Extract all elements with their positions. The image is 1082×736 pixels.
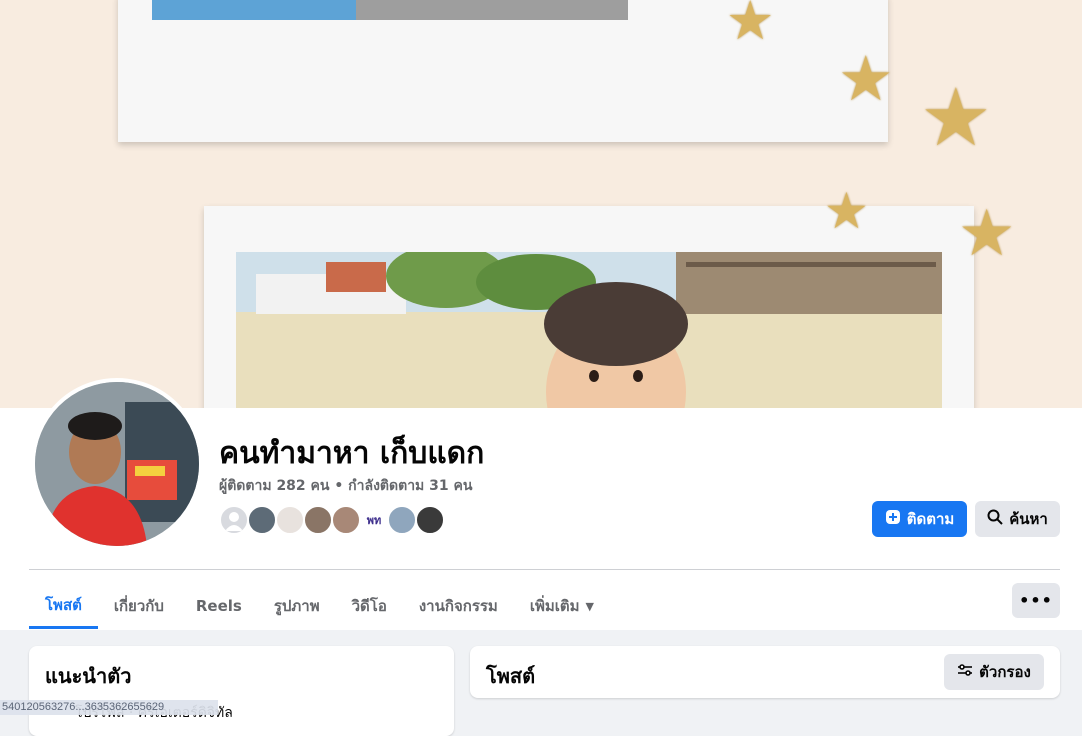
posts-card: โพสต์ ตัวกรอง <box>470 646 1060 698</box>
follower-avatar[interactable] <box>387 505 417 535</box>
follow-plus-icon <box>885 509 901 529</box>
follower-avatar[interactable] <box>415 505 445 535</box>
tab-reels[interactable]: Reels <box>180 583 258 629</box>
follower-avatar[interactable] <box>303 505 333 535</box>
tab-videos[interactable]: วิดีโอ <box>336 583 403 629</box>
search-label: ค้นหา <box>1009 510 1048 528</box>
intro-card: แนะนำตัว โปรไฟล์ · ครีเอเตอร์ดิจิทัล <box>29 646 454 736</box>
search-button[interactable]: ค้นหา <box>975 501 1060 537</box>
search-icon <box>987 509 1003 529</box>
filter-label: ตัวกรอง <box>979 663 1031 681</box>
follow-button[interactable]: ติดตาม <box>872 501 967 537</box>
tab-more-label: เพิ่มเติม <box>529 597 580 615</box>
tab-posts[interactable]: โพสต์ <box>29 583 98 629</box>
intro-title: แนะนำตัว <box>45 664 132 688</box>
star-decoration-icon: ★ <box>920 71 992 164</box>
status-url-bar: 540120563276...3635362655629 <box>0 700 218 715</box>
follower-stats[interactable]: ผู้ติดตาม 282 คน • กำลังติดตาม 31 คน <box>219 475 472 497</box>
header-divider <box>29 569 1060 570</box>
follower-avatar[interactable] <box>219 505 249 535</box>
tab-photos[interactable]: รูปภาพ <box>258 583 336 629</box>
profile-avatar[interactable] <box>31 378 203 550</box>
chevron-down-icon: ▼ <box>585 599 594 613</box>
filter-button[interactable]: ตัวกรอง <box>944 654 1044 690</box>
tab-more[interactable]: เพิ่มเติม ▼ <box>514 583 610 629</box>
more-options-button[interactable]: ••• <box>1012 583 1060 618</box>
filter-sliders-icon <box>957 662 973 682</box>
follower-avatar[interactable] <box>247 505 277 535</box>
follower-avatar[interactable]: พท <box>359 505 389 535</box>
profile-name: คนทำมาหา เก็บแดก <box>219 436 485 471</box>
star-decoration-icon: ★ <box>958 197 1016 271</box>
profile-tabs: โพสต์ เกี่ยวกับ Reels รูปภาพ วิดีโอ งานก… <box>29 583 610 629</box>
star-decoration-icon: ★ <box>726 0 775 52</box>
cover-photo[interactable]: ★ ★ ★ ★ ★ <box>0 0 1082 408</box>
follower-avatar[interactable] <box>275 505 305 535</box>
follower-avatar[interactable] <box>331 505 361 535</box>
posts-title: โพสต์ <box>486 664 536 688</box>
star-decoration-icon: ★ <box>838 42 894 115</box>
cover-photo-scene <box>236 252 942 408</box>
star-decoration-icon: ★ <box>824 182 869 240</box>
tab-about[interactable]: เกี่ยวกับ <box>98 583 180 629</box>
follow-label: ติดตาม <box>906 510 955 528</box>
tab-events[interactable]: งานกิจกรรม <box>403 583 514 629</box>
